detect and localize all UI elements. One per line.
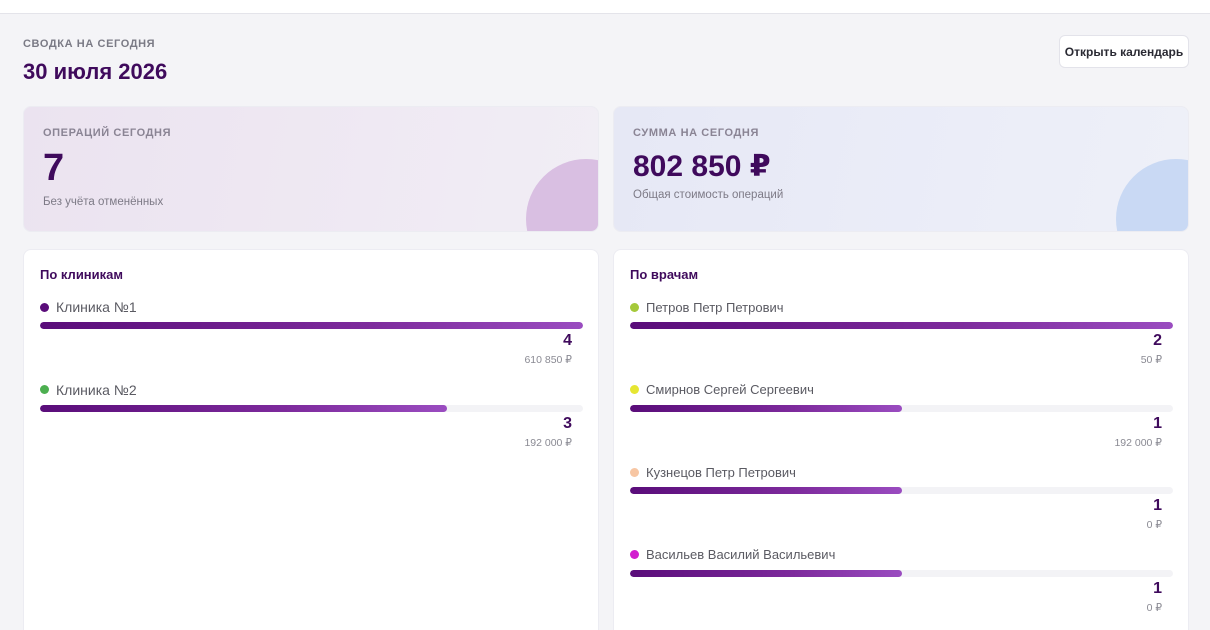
list-item-header: Клиника №2 <box>40 381 583 399</box>
operations-count: 3 <box>563 414 572 432</box>
summary-eyebrow: СВОДКА НА СЕГОДНЯ <box>23 38 156 50</box>
operations-sum: 610 850 ₽ <box>524 354 572 366</box>
list-item-name: Петров Петр Петрович <box>646 299 784 315</box>
progress-fill <box>630 487 902 494</box>
open-calendar-button[interactable]: Открыть календарь <box>1059 35 1189 68</box>
doctors-panel: По врачам Петров Петр Петрович 2 50 ₽ Смирн… <box>613 249 1189 630</box>
operations-count: 1 <box>1153 497 1162 514</box>
list-item-header: Кузнецов Петр Петрович <box>630 463 1173 481</box>
operations-sum: 50 ₽ <box>1140 354 1162 366</box>
operations-count: 1 <box>1153 579 1162 597</box>
list-item-name: Клиника №2 <box>56 381 137 398</box>
list-item-header: Смирнов Сергей Сергеевич <box>630 381 1173 399</box>
operations-note: Без учёта отменённых <box>43 196 164 208</box>
total-label: СУММА НА СЕГОДНЯ <box>633 127 759 139</box>
color-dot-icon <box>630 550 639 559</box>
progress-fill <box>630 569 902 577</box>
total-today-card: СУММА НА СЕГОДНЯ 802 850 ₽ Общая стоимос… <box>613 106 1189 232</box>
color-dot-icon <box>630 302 639 312</box>
operations-label: ОПЕРАЦИЙ СЕГОДНЯ <box>43 127 172 139</box>
operations-value: 7 <box>43 147 65 189</box>
top-bar <box>0 0 1210 14</box>
list-item[interactable]: Клиника №1 4 610 850 ₽ <box>40 298 583 381</box>
progress-fill <box>40 404 448 412</box>
list-item-name: Васильев Василий Васильевич <box>646 547 836 562</box>
list-item-header: Клиника №1 <box>40 298 583 316</box>
page-title: 30 июля 2026 <box>23 59 168 84</box>
decorative-circle <box>1116 159 1188 231</box>
operations-sum: 192 000 ₽ <box>1114 436 1162 449</box>
operations-sum: 0 ₽ <box>1146 601 1162 614</box>
list-item-header: Васильев Василий Васильевич <box>630 546 1173 564</box>
progress-track <box>630 569 1173 577</box>
clinics-list: Клиника №1 4 610 850 ₽ Клиника №2 3 192 000 ₽ <box>40 298 583 463</box>
list-item[interactable]: Кузнецов Петр Петрович 1 0 ₽ <box>630 463 1173 546</box>
color-dot-icon <box>630 385 639 394</box>
operations-count: 2 <box>1153 332 1162 349</box>
progress-fill <box>40 322 583 329</box>
list-item[interactable]: Васильев Василий Васильевич 1 0 ₽ <box>630 546 1173 629</box>
progress-fill <box>630 404 902 412</box>
clinics-panel: По клиникам Клиника №1 4 610 850 ₽ Клиника … <box>23 249 599 630</box>
progress-track <box>40 404 583 412</box>
clinics-panel-title: По клиникам <box>40 267 124 282</box>
progress-track <box>40 322 583 329</box>
list-item-name: Смирнов Сергей Сергеевич <box>646 382 814 397</box>
total-value: 802 850 ₽ <box>633 150 771 183</box>
operations-sum: 192 000 ₽ <box>524 436 572 449</box>
operations-count: 1 <box>1153 414 1162 432</box>
list-item[interactable]: Смирнов Сергей Сергеевич 1 192 000 ₽ <box>630 381 1173 464</box>
progress-track <box>630 404 1173 412</box>
operations-count: 4 <box>563 332 572 349</box>
operations-today-card: ОПЕРАЦИЙ СЕГОДНЯ 7 Без учёта отменённых <box>23 106 599 232</box>
list-item[interactable]: Петров Петр Петрович 2 50 ₽ <box>630 298 1173 381</box>
list-item[interactable]: Клиника №2 3 192 000 ₽ <box>40 381 583 464</box>
color-dot-icon <box>40 302 49 312</box>
decorative-circle <box>526 159 598 231</box>
doctors-list: Петров Петр Петрович 2 50 ₽ Смирнов Сергей … <box>630 298 1173 628</box>
progress-track <box>630 322 1173 329</box>
list-item-header: Петров Петр Петрович <box>630 298 1173 316</box>
list-item-name: Клиника №1 <box>56 299 137 315</box>
doctors-panel-title: По врачам <box>630 267 699 282</box>
total-note: Общая стоимость операций <box>633 189 784 201</box>
operations-sum: 0 ₽ <box>1146 519 1162 531</box>
list-item-name: Кузнецов Петр Петрович <box>646 464 796 480</box>
color-dot-icon <box>40 385 49 394</box>
progress-fill <box>630 322 1173 329</box>
color-dot-icon <box>630 467 639 477</box>
progress-track <box>630 487 1173 494</box>
